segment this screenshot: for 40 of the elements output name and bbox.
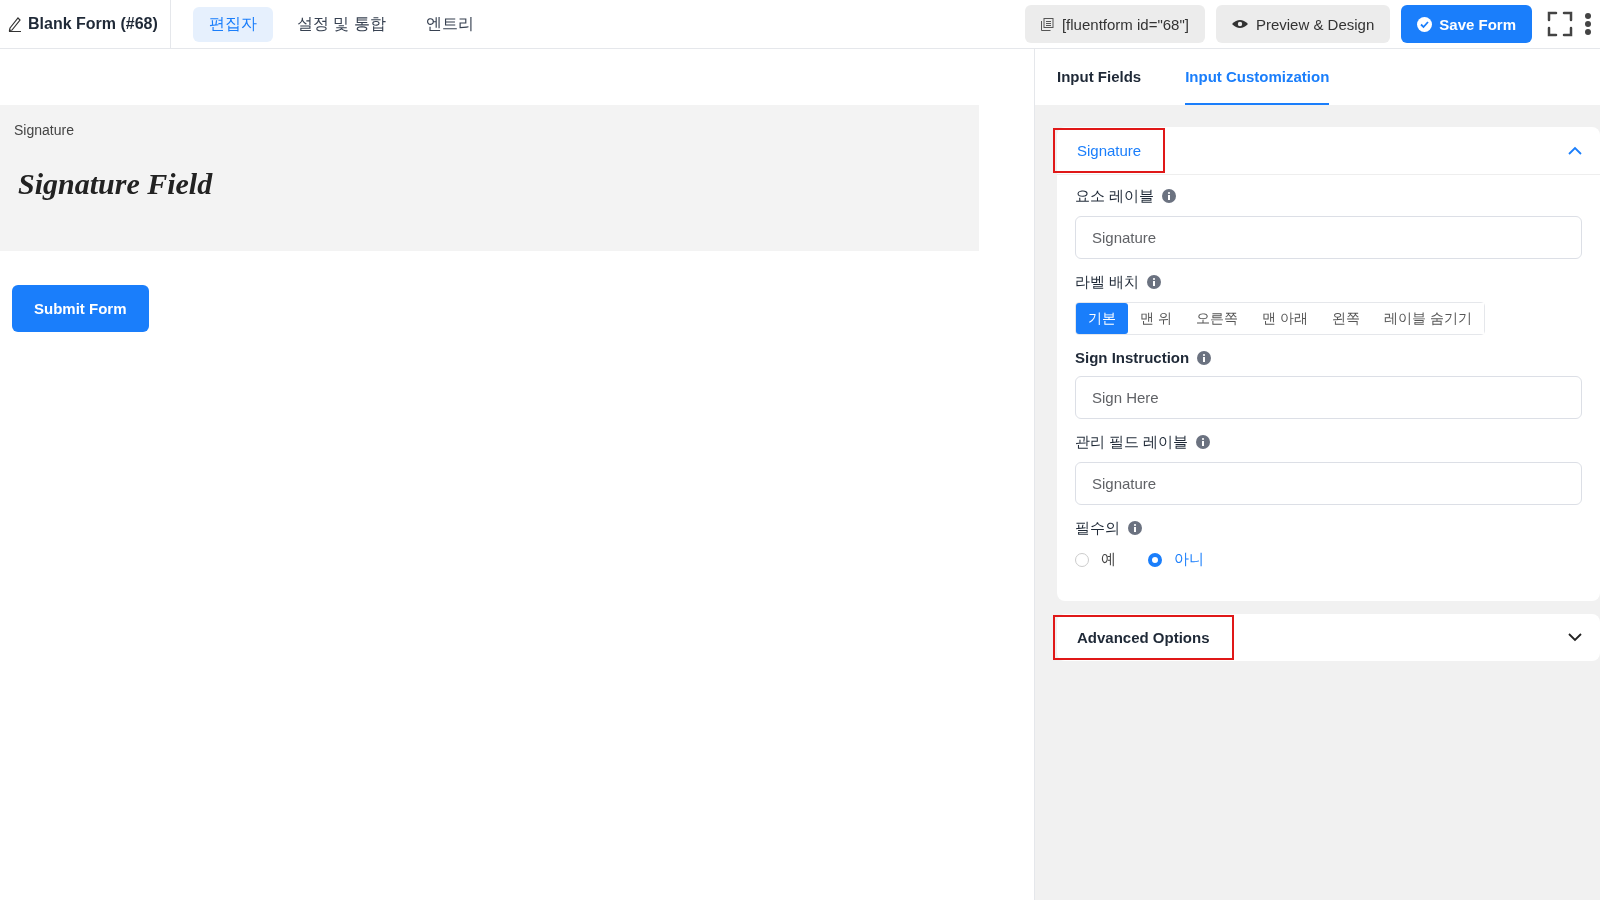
text-input-field[interactable]: Signature [1075,216,1582,259]
info-icon [1162,189,1177,203]
panel-tab[interactable]: Input Fields [1057,49,1142,105]
radio-option[interactable]: 아니 [1148,550,1204,569]
eye-icon [1231,19,1248,29]
radio-circle[interactable] [1075,552,1089,567]
field-label: 필수의 [1075,519,1120,538]
text-input-field[interactable]: Signature [1075,462,1582,505]
placement-option[interactable]: 기본 [1076,303,1128,334]
header-tab[interactable]: 설정 및 통합 [280,6,402,42]
section-title[interactable]: Signature [1053,128,1166,173]
preview-button[interactable]: Preview & Design [1215,5,1391,43]
field-label: 요소 레이블 [1075,187,1155,206]
signature-field-area[interactable]: Signature Signature Field [0,105,979,251]
more-options-icon[interactable] [1584,12,1592,36]
radio-option[interactable]: 예 [1075,550,1116,569]
info-icon [1128,521,1142,535]
pencil-icon [8,16,22,32]
info-icon [1147,275,1162,289]
save-form-button[interactable]: Save Form [1401,5,1532,43]
fullscreen-icon[interactable] [1547,11,1573,37]
chevron-down-icon[interactable] [1568,633,1582,642]
field-label: Sign Instruction [1075,349,1190,366]
info-icon [1196,435,1211,449]
text-input-field[interactable]: Sign Here [1075,376,1582,419]
check-circle-icon [1417,16,1433,32]
field-label: Signature [14,122,74,138]
header-tab[interactable]: 엔트리 [409,6,490,42]
section-title[interactable]: Advanced Options [1053,615,1234,660]
shortcode-button[interactable]: [fluentform id="68"] [1024,5,1205,43]
field-label: 라벨 배치 [1075,273,1140,292]
info-icon [1197,351,1212,365]
radio-circle[interactable] [1148,552,1162,567]
chevron-up-icon[interactable] [1568,146,1582,155]
signature-text: Signature Field [18,167,213,201]
field-label: 관리 필드 레이블 [1075,433,1189,452]
form-title: Blank Form (#68) [0,0,171,48]
panel-tab[interactable]: Input Customization [1185,49,1330,105]
copy-icon [1040,17,1054,31]
submit-form-button[interactable]: Submit Form [12,285,149,332]
